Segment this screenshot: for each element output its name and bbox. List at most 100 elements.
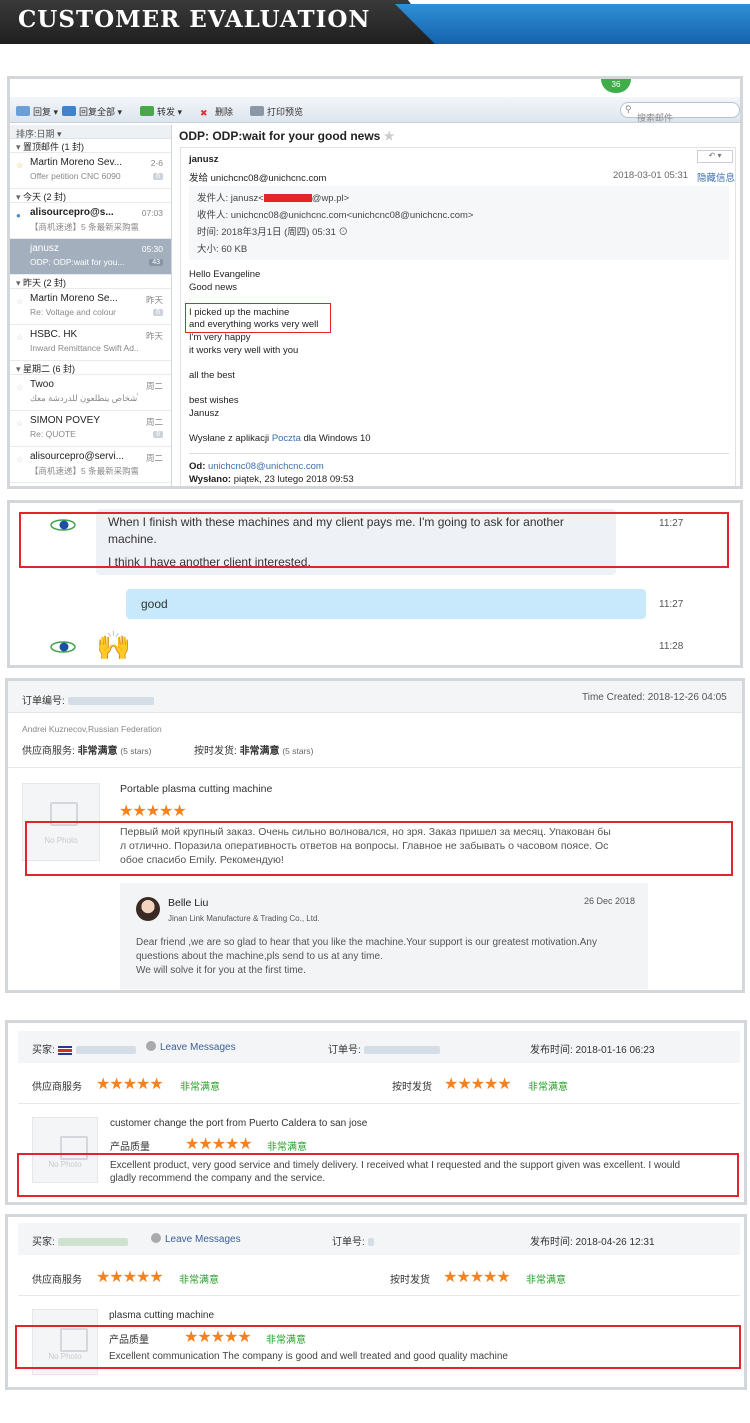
delivery-value: 非常满意 xyxy=(526,1275,566,1286)
delete-icon: ✖ xyxy=(200,108,208,118)
poczta-link[interactable]: Poczta xyxy=(272,433,301,444)
search-input[interactable]: ⚲ 搜索邮件 xyxy=(620,102,740,123)
preview: Inward Remittance Swift Ad... xyxy=(30,343,138,353)
count-badge: 6 xyxy=(153,173,163,180)
star-icon[interactable]: ☆ xyxy=(16,333,23,342)
count-badge: 8 xyxy=(153,431,163,438)
product-name[interactable]: plasma cutting machine xyxy=(109,1310,214,1321)
rating-stars: ★★★★★ xyxy=(443,1269,511,1286)
review-card-1: 订单编号: Time Created: 2018-12-26 04:05 And… xyxy=(5,678,745,993)
reply-line: questions about the machine,pls send to … xyxy=(136,951,383,962)
body-line: Janusz xyxy=(189,408,220,419)
flag-icon xyxy=(57,1045,72,1055)
reply-date: 26 Dec 2018 xyxy=(584,896,636,906)
body-line: it works very well with you xyxy=(189,345,299,356)
time: 周二 xyxy=(145,453,163,463)
reply-all-icon xyxy=(62,106,76,116)
supplier-service-label: 供应商服务 xyxy=(32,1275,82,1286)
highlight-box xyxy=(25,821,733,876)
star-icon[interactable]: ★ xyxy=(384,129,395,143)
product-name[interactable]: Portable plasma cutting machine xyxy=(120,783,272,795)
supplier-service-value: 非常满意 xyxy=(179,1275,219,1286)
banner: CUSTOMER EVALUATION xyxy=(0,0,750,44)
chat-panel: When I finish with these machines and my… xyxy=(7,500,743,668)
star-icon[interactable]: ☆ xyxy=(16,161,23,170)
leave-messages-link[interactable]: Leave Messages xyxy=(151,1233,241,1245)
leave-messages-link[interactable]: Leave Messages xyxy=(146,1041,236,1053)
reply-dropdown[interactable]: ↶ ▾ xyxy=(697,150,733,163)
order-number: 订单编号: xyxy=(22,692,154,707)
reply-icon xyxy=(16,106,30,116)
sender: Martin Moreno Sev... xyxy=(30,157,123,168)
list-item-selected[interactable]: janusz ODP: ODP:wait for you... 05:30 43 xyxy=(10,239,171,275)
count-badge: 6 xyxy=(153,309,163,316)
list-item[interactable]: ☆ SIMON POVEY Re: QUOTE 周二 8 xyxy=(10,411,171,447)
star-icon[interactable]: ☆ xyxy=(16,297,23,306)
rating-stars: ★★★★★ xyxy=(444,1076,512,1093)
banner-title: CUSTOMER EVALUATION xyxy=(18,6,371,33)
preview: ODP: ODP:wait for you... xyxy=(30,257,125,267)
time: 昨天 xyxy=(145,295,163,305)
email-toolbar: 回复 ▾ 回复全部 ▾ 转发 ▾ ✖ 删除 打印预览 ⚲ 搜索邮件 xyxy=(10,97,740,123)
reading-pane: ODP: ODP:wait for your good news ★ janus… xyxy=(176,125,740,486)
order-number: 订单号: xyxy=(328,1041,440,1056)
delivery-value: 非常满意 xyxy=(528,1082,568,1093)
star-icon[interactable]: ☆ xyxy=(16,419,23,428)
buyer-name: Andrei Kuznecov,Russian Federation xyxy=(22,724,162,734)
buyer-info: 买家: xyxy=(32,1233,128,1248)
header-details: 发件人: janusz< @wp.pl> 收件人: unichcnc08@unic… xyxy=(189,186,729,260)
size-line: 大小: 60 KB xyxy=(197,244,248,255)
reply-company: Jinan Link Manufacture & Trading Co., Lt… xyxy=(168,914,320,923)
list-item[interactable]: ☆ Martin Moreno Se... Re: Voltage and colo… xyxy=(10,289,171,325)
sender: SIMON POVEY xyxy=(30,415,101,426)
body-line: best wishes xyxy=(189,395,239,406)
publish-time: 发布时间: 2018-04-26 12:31 xyxy=(530,1237,655,1248)
body-line: I'm very happy xyxy=(189,332,251,343)
mail-list: 排序:日期 ▾ 置顶邮件 (1 封) ☆ Martin Moreno Sev...… xyxy=(10,125,172,486)
email-body: janusz 发给 unichcnc08@unichcnc.com 2018-0… xyxy=(180,147,736,486)
rating-stars: ★★★★★ xyxy=(185,1136,253,1153)
avatar xyxy=(136,897,160,921)
preview: 【商机速递】5 条最新采购需... xyxy=(30,222,138,232)
hide-info-link[interactable]: 隐藏信息 xyxy=(697,170,735,184)
group-header[interactable]: 星期二 (6 封) xyxy=(10,361,171,375)
group-header[interactable]: 昨天 (2 封) xyxy=(10,275,171,289)
reply-bubble xyxy=(126,589,646,619)
od-email-link[interactable]: unichcnc08@unichcnc.com xyxy=(208,461,324,472)
list-item[interactable]: ☆ alisourcepro@servi... 【商机速递】5 条最新采购需... 周… xyxy=(10,447,171,483)
group-header[interactable]: 置顶邮件 (1 封) xyxy=(10,139,171,153)
highlight-box xyxy=(17,1153,739,1197)
sent-to: 发给 unichcnc08@unichcnc.com xyxy=(189,173,327,184)
rating-stars: ★★★★★ xyxy=(96,1269,164,1286)
reply-all-button[interactable]: 回复全部 ▾ xyxy=(62,105,122,118)
sender: alisourcepro@servi... xyxy=(30,451,125,462)
body-line: all the best xyxy=(189,370,235,381)
from-name: janusz xyxy=(189,154,219,165)
sender: alisourcepro@s... xyxy=(30,207,114,218)
star-icon[interactable]: ☆ xyxy=(16,383,23,392)
preview: 【商机速递】5 条最新采购需... xyxy=(30,466,138,476)
print-preview-button[interactable]: 打印预览 xyxy=(250,105,303,118)
review-card-3: 买家: Leave Messages 订单号: 发布时间: 2018-04-26… xyxy=(5,1214,747,1390)
notification-badge[interactable]: 36 xyxy=(601,79,631,93)
group-header[interactable]: 今天 (2 封) xyxy=(10,189,171,203)
clock-icon: ⊙ xyxy=(338,227,349,238)
time: 昨天 xyxy=(145,331,163,341)
delete-button[interactable]: ✖ 删除 xyxy=(200,105,233,118)
od-line: Od: unichcnc08@unichcnc.com xyxy=(189,461,324,472)
delivery-label: 按时发货 xyxy=(390,1275,430,1286)
time-created: Time Created: 2018-12-26 04:05 xyxy=(582,692,727,703)
list-item[interactable]: ☆ Martin Moreno Sev... Offer petition CNC … xyxy=(10,153,171,189)
list-item[interactable]: ● alisourcepro@s... 【商机速递】5 条最新采购需... 07:03 xyxy=(10,203,171,239)
review-note: customer change the port from Puerto Cal… xyxy=(110,1118,368,1129)
list-item[interactable]: ☆ Twoo اهلاً، الأشخاص يتطلعون للدردشة معك 周… xyxy=(10,375,171,411)
list-item[interactable]: ☆ HSBC. HK Inward Remittance Swift Ad... 昨天 xyxy=(10,325,171,361)
forward-button[interactable]: 转发 ▾ xyxy=(140,105,182,118)
star-icon[interactable]: ☆ xyxy=(16,455,23,464)
highlight-box xyxy=(15,1325,741,1369)
email-subject: ODP: ODP:wait for your good news ★ xyxy=(179,129,395,143)
preview: Re: QUOTE xyxy=(30,429,76,439)
sort-dropdown[interactable]: 排序:日期 ▾ xyxy=(10,125,171,139)
search-icon: ⚲ xyxy=(625,104,632,114)
reply-button[interactable]: 回复 ▾ xyxy=(16,105,58,118)
